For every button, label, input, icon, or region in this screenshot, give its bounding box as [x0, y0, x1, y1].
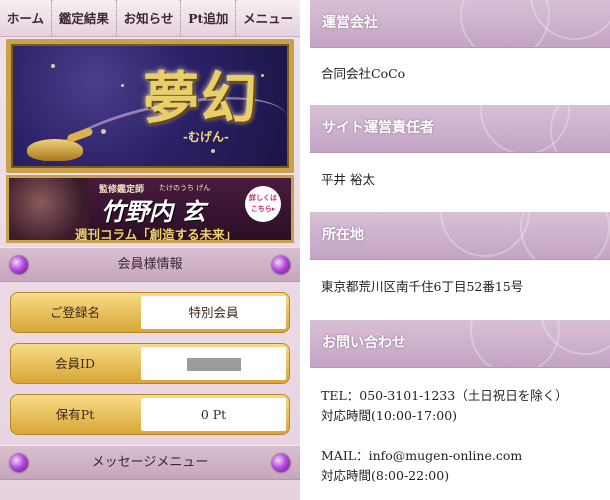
member-row-value: 0 Pt [141, 398, 286, 431]
nav-news[interactable]: お知らせ [117, 0, 182, 36]
orb-icon [10, 454, 28, 472]
contact-tel[interactable]: TEL：050-3101-1233（土日祝日を除く） [321, 386, 610, 406]
master-column-title: 週刊コラム「創造する未来」 [75, 227, 238, 242]
section-body-contact: TEL：050-3101-1233（土日祝日を除く） 対応時間(10:00-17… [310, 368, 610, 486]
member-row-label: 会員ID [55, 356, 95, 371]
orb-icon [272, 454, 290, 472]
details-button[interactable]: 詳しくは こちら▸ [245, 186, 281, 222]
section-body-address: 東京都荒川区南千住6丁目52番15号 [310, 260, 610, 320]
nav-add-points[interactable]: Pt追加 [181, 0, 237, 36]
nav-results[interactable]: 鑑定結果 [52, 0, 117, 36]
master-name: 竹野内 玄 [101, 197, 206, 226]
sparkle [51, 64, 55, 68]
company-info-screen: 運営会社 合同会社CoCo サイト運営責任者 平井 裕太 所在地 東京都荒川区南… [310, 0, 610, 500]
address: 東京都荒川区南千住6丁目52番15号 [321, 279, 524, 294]
member-row-value: 特別会員 [141, 296, 286, 329]
section-heading: 運営会社 [322, 15, 378, 31]
section-heading: サイト運営責任者 [322, 120, 434, 136]
details-line2: こちら▸ [250, 205, 276, 213]
message-menu-title: メッセージメニュー [91, 455, 209, 470]
hero-banner[interactable]: 夢幻 -むげん- [6, 39, 294, 173]
contact-mail-hours: 対応時間(8:00-22:00) [321, 468, 450, 483]
screen-divider [300, 0, 310, 500]
section-header-contact: お問い合わせ [310, 320, 610, 368]
member-row-id: 会員ID [10, 343, 290, 384]
section-heading: 所在地 [322, 227, 364, 243]
member-row-label: 保有Pt [55, 407, 95, 422]
nav-menu[interactable]: メニュー [236, 0, 300, 36]
contact-tel-hours: 対応時間(10:00-17:00) [321, 408, 458, 423]
section-heading: お問い合わせ [322, 335, 406, 351]
company-name: 合同会社CoCo [321, 66, 406, 81]
section-header-address: 所在地 [310, 212, 610, 260]
section-body-manager: 平井 裕太 [310, 153, 610, 212]
member-screen: ホーム 鑑定結果 お知らせ Pt追加 メニュー 夢幻 -むげん- 監修鑑定師 た… [0, 0, 300, 500]
hero-subtitle: -むげん- [183, 130, 229, 144]
contact-mail[interactable]: MAIL：info@mugen-online.com [321, 446, 610, 466]
top-nav: ホーム 鑑定結果 お知らせ Pt追加 メニュー [0, 0, 300, 37]
hero-logo: 夢幻 [143, 66, 259, 132]
details-line1: 詳しくは [249, 194, 277, 202]
contact-spacer [321, 426, 610, 446]
orb-icon [10, 256, 28, 274]
member-row-label: ご登録名 [49, 305, 100, 320]
member-row-value [141, 347, 286, 380]
section-body-company: 合同会社CoCo [310, 48, 610, 105]
master-banner[interactable]: 監修鑑定師 たけのうち げん 竹野内 玄 週刊コラム「創造する未来」 詳しくは … [6, 175, 294, 243]
member-info-header: 会員様情報 [0, 247, 300, 282]
message-menu-header[interactable]: メッセージメニュー [0, 445, 300, 480]
member-info: ご登録名 特別会員 会員ID 保有Pt 0 Pt [10, 292, 290, 435]
section-header-manager: サイト運営責任者 [310, 105, 610, 153]
member-row-name: ご登録名 特別会員 [10, 292, 290, 333]
sparkle [101, 129, 106, 134]
member-row-points: 保有Pt 0 Pt [10, 394, 290, 435]
manager-name: 平井 裕太 [321, 172, 375, 187]
orb-icon [272, 256, 290, 274]
member-info-title: 会員様情報 [117, 257, 183, 272]
sparkle [211, 149, 215, 153]
nav-home[interactable]: ホーム [0, 0, 52, 36]
sparkle [261, 74, 264, 77]
sparkle [121, 84, 124, 87]
section-header-company: 運営会社 [310, 0, 610, 48]
magic-lamp-icon [27, 139, 83, 161]
redacted-id [186, 358, 241, 371]
